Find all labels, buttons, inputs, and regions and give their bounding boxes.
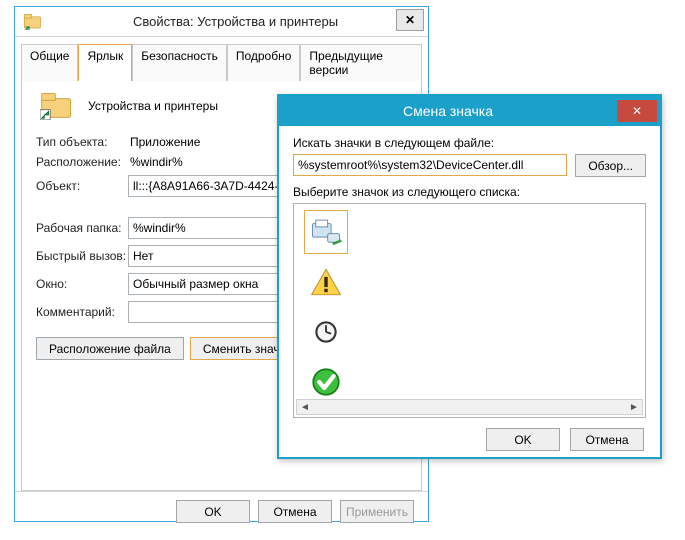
icon-list-item[interactable] [304,360,348,404]
label-target-type: Тип объекта: [36,135,128,149]
apply-button[interactable]: Применить [340,500,414,523]
header-caption: Устройства и принтеры [88,99,218,113]
change-icon-dialog: Смена значка ✕ Искать значки в следующем… [277,94,662,459]
tab-general[interactable]: Общие [21,44,78,81]
tab-shortcut[interactable]: Ярлык [78,44,132,81]
label-select-icon: Выберите значок из следующего списка: [293,185,646,199]
icon-list-item[interactable] [304,310,348,354]
scroll-left-icon: ◄ [297,402,313,413]
clock-icon [309,315,343,349]
icon-list-scrollbar[interactable]: ◄ ► [296,399,643,415]
devices-printers-icon [309,215,343,249]
change-icon-title-text: Смена значка [279,103,617,119]
close-icon: ✕ [632,105,642,117]
cancel-button[interactable]: Отмена [258,500,332,523]
label-shortcut-key: Быстрый вызов: [36,249,128,263]
change-icon-titlebar[interactable]: Смена значка ✕ [279,96,660,126]
icon-list[interactable]: ◄ ► [293,203,646,418]
scroll-right-icon: ► [626,402,642,413]
tab-strip: Общие Ярлык Безопасность Подробно Предыд… [21,43,422,81]
change-icon-cancel-button[interactable]: Отмена [570,428,644,451]
icon-list-item[interactable] [304,210,348,254]
change-icon-close-button[interactable]: ✕ [617,100,657,122]
icon-path-input[interactable] [293,154,567,176]
tab-details[interactable]: Подробно [227,44,301,81]
tab-previous-versions[interactable]: Предыдущие версии [300,44,422,81]
check-ok-icon [309,365,343,399]
label-comment: Комментарий: [36,305,128,319]
label-start-in: Рабочая папка: [36,221,128,235]
properties-button-bar: OK Отмена Применить [15,491,428,531]
label-look-in: Искать значки в следующем файле: [293,136,646,150]
close-icon: ✕ [405,13,415,27]
icon-list-item[interactable] [304,260,348,304]
open-file-location-button[interactable]: Расположение файла [36,337,184,360]
label-target: Объект: [36,179,128,193]
tab-security[interactable]: Безопасность [132,44,227,81]
label-location: Расположение: [36,155,128,169]
browse-button[interactable]: Обзор... [575,154,646,177]
properties-titlebar[interactable]: Свойства: Устройства и принтеры ✕ [15,7,428,37]
properties-title-text: Свойства: Устройства и принтеры [43,14,428,29]
folder-shortcut-large-icon [40,91,74,121]
folder-shortcut-icon [23,13,43,31]
ok-button[interactable]: OK [176,500,250,523]
change-icon-ok-button[interactable]: OK [486,428,560,451]
label-run: Окно: [36,277,128,291]
properties-close-button[interactable]: ✕ [396,9,424,31]
warning-icon [309,265,343,299]
